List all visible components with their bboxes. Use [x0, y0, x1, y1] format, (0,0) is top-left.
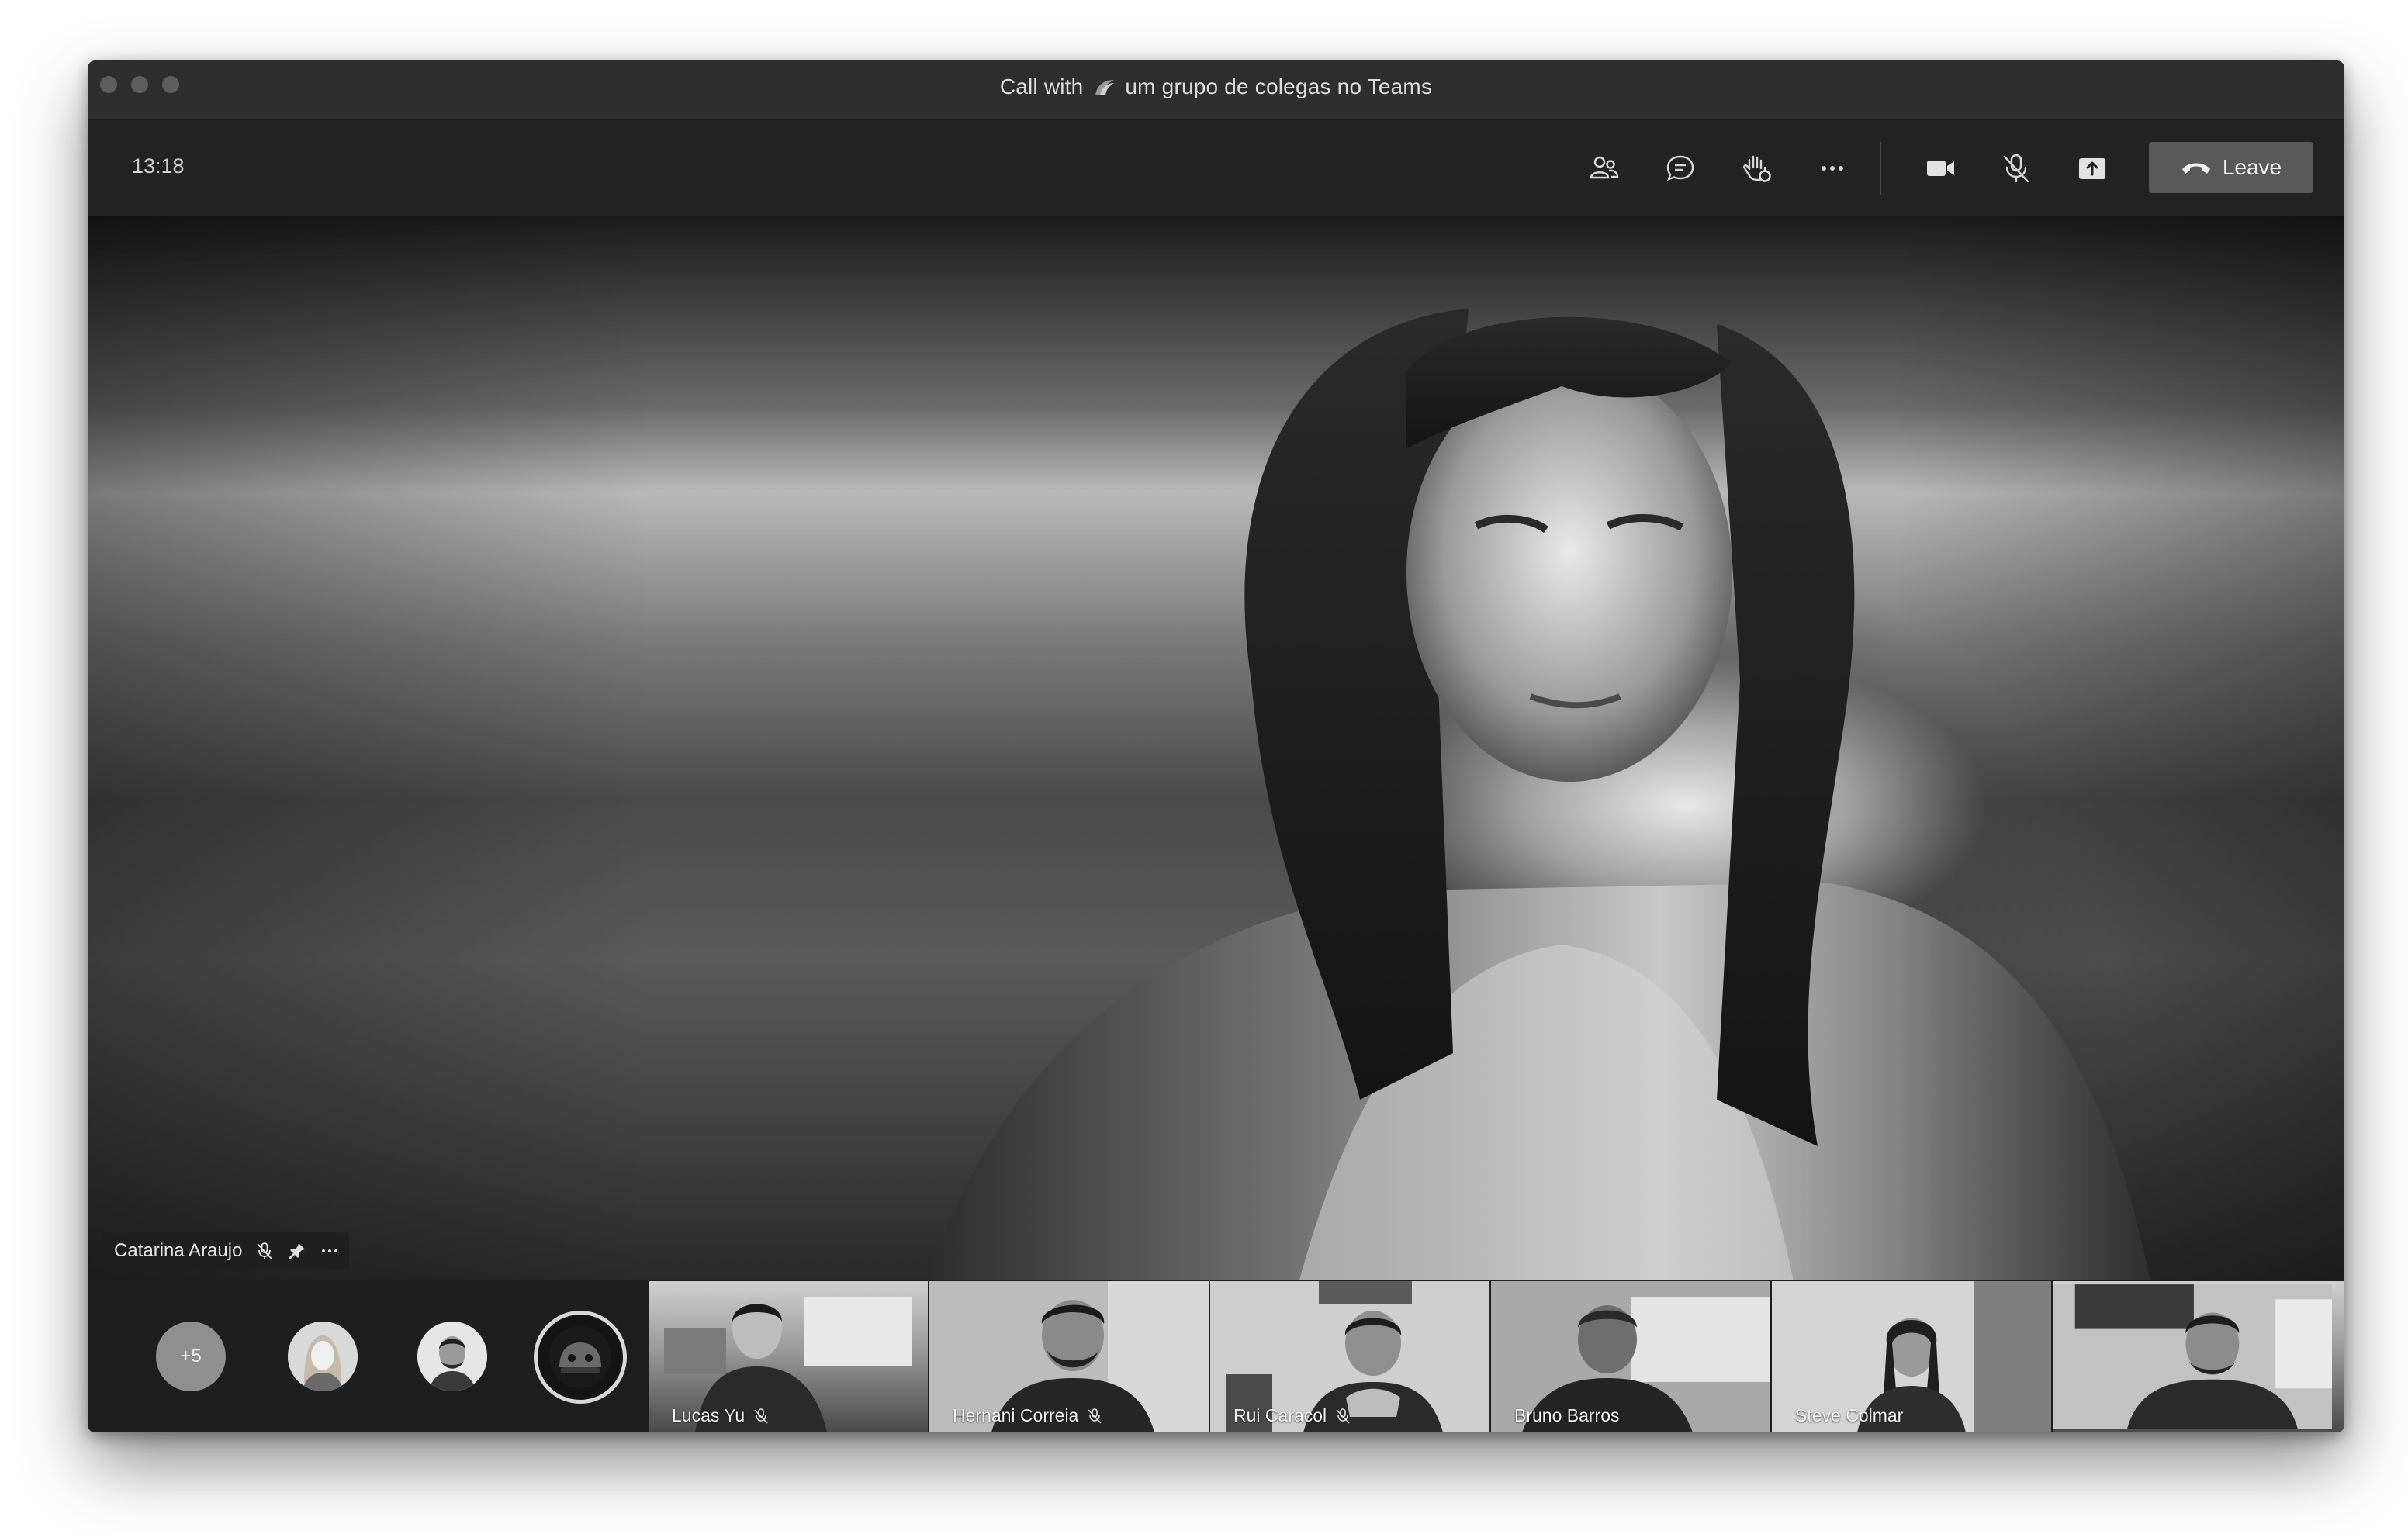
- mic-off-icon: [257, 1242, 273, 1259]
- participant-strip: +5 Lucas Yu Hernani Correia Rui Caracol …: [88, 1280, 2344, 1432]
- title-bar: Call with um grupo de colegas no Teams: [88, 60, 2344, 120]
- robot-face-icon: [549, 1326, 611, 1388]
- avatar-photo: [417, 1322, 487, 1391]
- speaker-name-tag: Catarina Araujo: [103, 1232, 350, 1270]
- team-logo-icon: [1092, 77, 1116, 97]
- video-camera-icon: [1927, 161, 1954, 176]
- people-icon: [1590, 156, 1619, 179]
- call-clock: 13:18: [132, 154, 185, 178]
- main-video[interactable]: Catarina Araujo: [88, 216, 2344, 1280]
- title-prefix: Call with: [999, 74, 1084, 98]
- title-suffix: um grupo de colegas no Teams: [1125, 74, 1433, 98]
- leave-button[interactable]: Leave: [2149, 142, 2313, 193]
- window-title: Call with um grupo de colegas no Teams: [88, 74, 2344, 99]
- hand-icon: [1743, 155, 1771, 182]
- chat-bubble-icon: [1666, 155, 1694, 181]
- participant-tile[interactable]: Bruno Barros: [1491, 1281, 1770, 1432]
- leave-label: Leave: [2222, 155, 2282, 179]
- ellipsis-icon: [1822, 166, 1843, 171]
- participant-name: Rui Caracol: [1233, 1405, 1327, 1425]
- raise-hand-button[interactable]: [1732, 145, 1781, 192]
- camera-button[interactable]: [1915, 145, 1965, 192]
- bot-avatar[interactable]: [534, 1311, 627, 1404]
- participant-tile[interactable]: Lucas Yu: [649, 1281, 928, 1432]
- more-participants-button[interactable]: +5: [156, 1322, 226, 1391]
- participant-video-feed: [2053, 1284, 2332, 1429]
- participant-label: Hernani Correia: [953, 1405, 1103, 1426]
- participant-tile[interactable]: [2053, 1281, 2344, 1432]
- mic-button[interactable]: [1991, 145, 2041, 192]
- hang-up-icon: [2181, 163, 2210, 174]
- share-button[interactable]: [2067, 145, 2117, 192]
- avatar-photo: [288, 1322, 358, 1391]
- participant-label: Lucas Yu: [672, 1405, 770, 1426]
- more-options-icon[interactable]: [320, 1241, 340, 1261]
- pin-icon[interactable]: [287, 1241, 307, 1261]
- mic-off-icon: [1088, 1408, 1102, 1424]
- participant-label: Bruno Barros: [1514, 1405, 1620, 1426]
- video-vignette: [88, 216, 2344, 1280]
- participant-tile[interactable]: Rui Caracol: [1210, 1281, 1489, 1432]
- share-tray-icon: [2079, 158, 2105, 179]
- mic-off-icon: [2003, 154, 2029, 183]
- participant-name: Hernani Correia: [953, 1405, 1079, 1425]
- more-actions-button[interactable]: [1808, 145, 1857, 192]
- participant-name: Steve Colmar: [1795, 1405, 1904, 1425]
- participant-avatar[interactable]: [288, 1322, 358, 1391]
- chat-button[interactable]: [1656, 145, 1705, 192]
- speaker-name: Catarina Araujo: [114, 1240, 243, 1261]
- participant-tile[interactable]: Hernani Correia: [929, 1281, 1209, 1432]
- mic-off-icon: [754, 1408, 768, 1424]
- participant-name: Bruno Barros: [1514, 1405, 1620, 1425]
- participant-label: Rui Caracol: [1233, 1405, 1351, 1426]
- call-toolbar: 13:18 Leave: [88, 120, 2344, 216]
- mic-off-icon: [1336, 1408, 1350, 1424]
- participant-label: Steve Colmar: [1795, 1405, 1903, 1426]
- participant-name: Lucas Yu: [672, 1405, 746, 1425]
- teams-call-window: Call with um grupo de colegas no Teams 1…: [88, 60, 2344, 1432]
- participant-tile[interactable]: Steve Colmar: [1772, 1281, 2051, 1432]
- participant-avatar[interactable]: [417, 1322, 487, 1391]
- participants-button[interactable]: [1579, 145, 1629, 192]
- toolbar-separator: [1880, 142, 1881, 195]
